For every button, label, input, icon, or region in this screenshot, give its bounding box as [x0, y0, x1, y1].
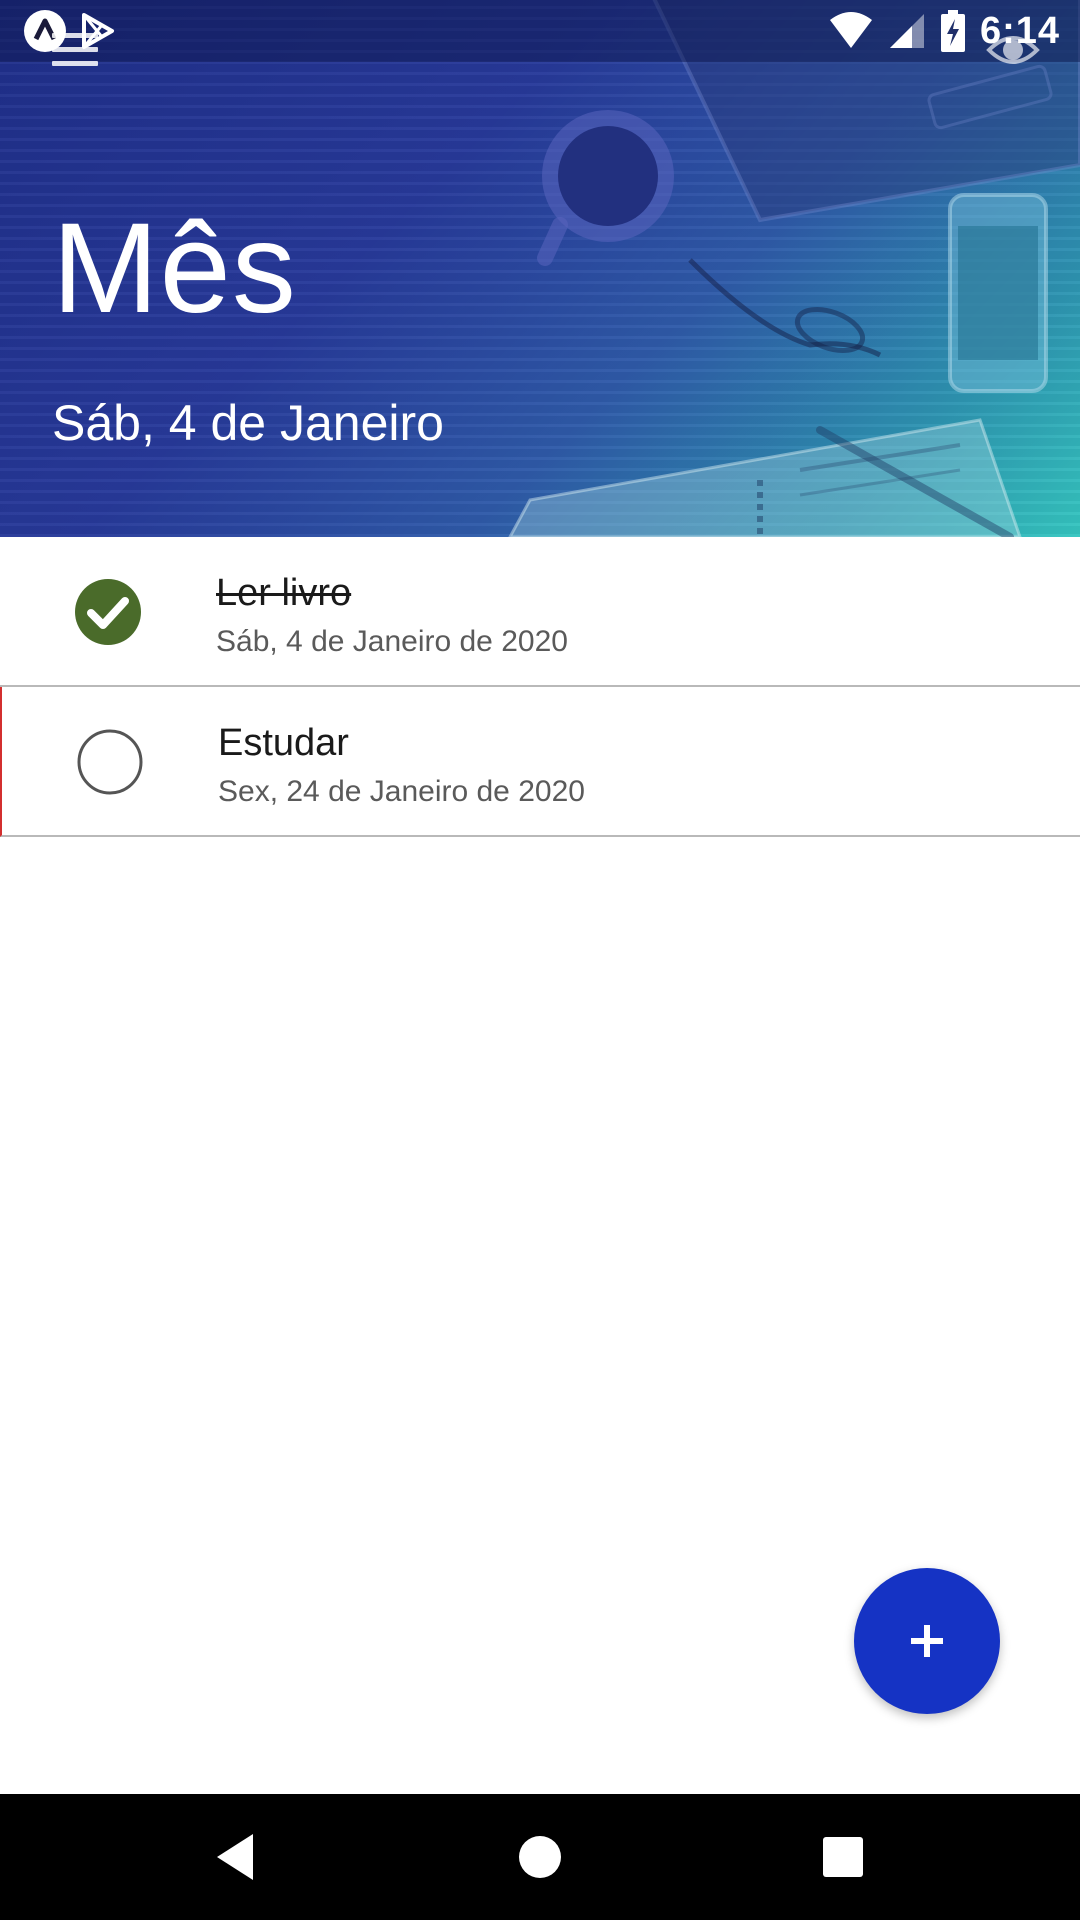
home-icon[interactable]	[507, 1824, 573, 1890]
wifi-icon	[828, 12, 874, 50]
task-title: Estudar	[218, 722, 349, 764]
task-date: Sex, 24 de Janeiro de 2020	[218, 774, 585, 808]
hamburger-menu-icon[interactable]	[52, 33, 98, 73]
header-banner: 6:14 Mês Sáb, 4 de Janeiro	[0, 0, 1080, 537]
app-screen: 6:14 Mês Sáb, 4 de Janeiro Ler livro Sáb…	[0, 0, 1080, 1920]
task-text: Ler livro Sáb, 4 de Janeiro de 2020	[216, 572, 568, 658]
task-date: Sáb, 4 de Janeiro de 2020	[216, 624, 568, 658]
back-icon[interactable]	[202, 1824, 268, 1890]
empty-circle-icon[interactable]	[76, 728, 144, 796]
page-title: Mês	[52, 197, 297, 340]
task-list: Ler livro Sáb, 4 de Janeiro de 2020 Estu…	[0, 537, 1080, 837]
battery-charging-icon	[940, 10, 966, 52]
recents-icon[interactable]	[810, 1824, 876, 1890]
task-text: Estudar Sex, 24 de Janeiro de 2020	[218, 722, 585, 808]
task-title: Ler livro	[216, 572, 352, 614]
task-row[interactable]: Ler livro Sáb, 4 de Janeiro de 2020	[0, 537, 1080, 687]
navigation-bar	[0, 1794, 1080, 1920]
eye-icon[interactable]	[986, 28, 1040, 72]
cell-signal-icon	[888, 12, 926, 50]
current-date: Sáb, 4 de Janeiro	[52, 395, 444, 451]
plus-icon	[911, 1625, 943, 1657]
add-task-button[interactable]	[854, 1568, 1000, 1714]
task-row[interactable]: Estudar Sex, 24 de Janeiro de 2020	[0, 687, 1080, 837]
checkmark-icon[interactable]	[74, 578, 142, 646]
